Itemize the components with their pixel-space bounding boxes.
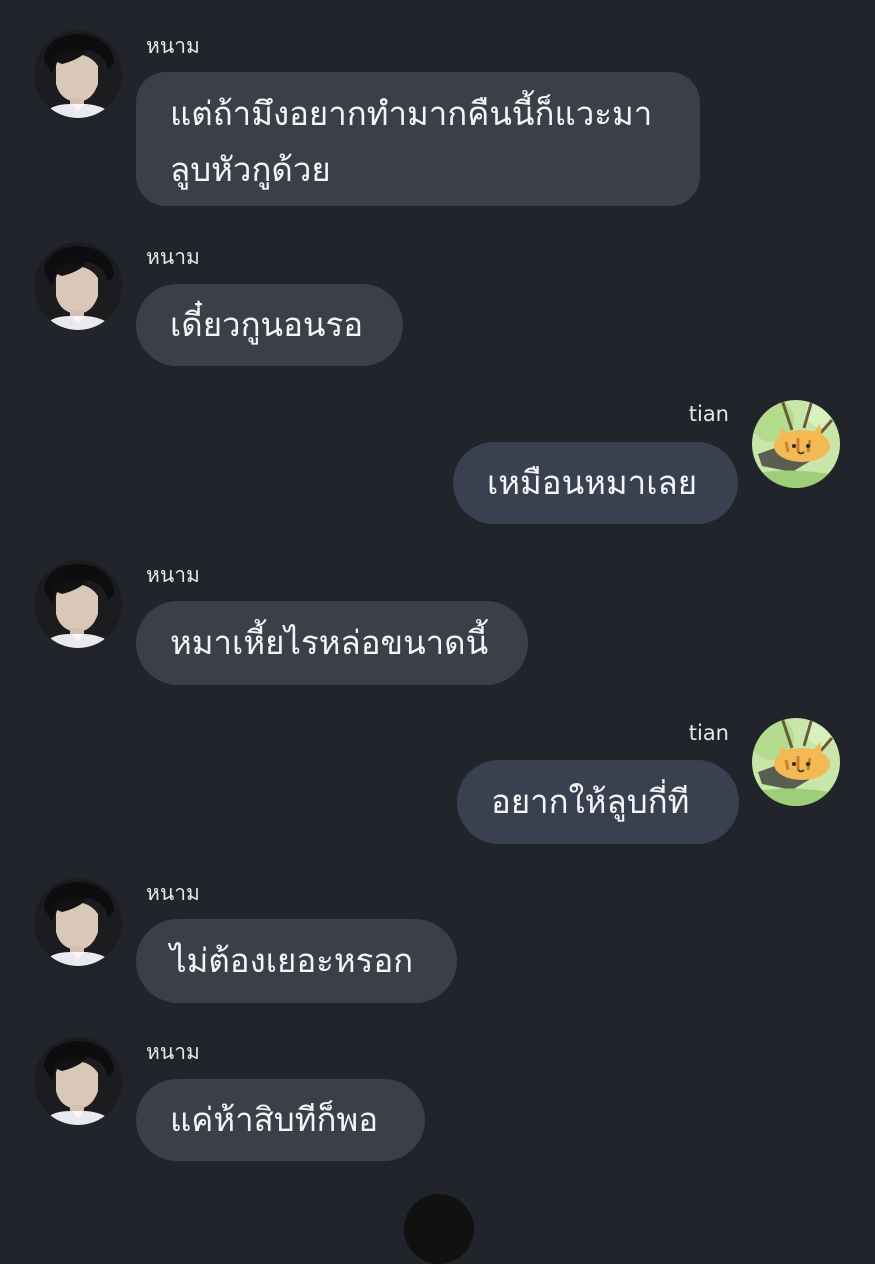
sender-name: หนาม	[146, 1040, 200, 1064]
avatar[interactable]	[752, 400, 840, 488]
message-bubble[interactable]: อยากให้ลูบกี่ที	[457, 760, 739, 844]
message-text: แต่ถ้ามึงอยากทำมากคืนนี้ก็แวะมา ลูบหัวกู…	[170, 94, 653, 189]
avatar[interactable]	[34, 560, 122, 648]
message-bubble[interactable]: ไม่ต้องเยอะหรอก	[136, 919, 457, 1003]
avatar[interactable]	[34, 242, 122, 330]
sender-name: หนาม	[146, 563, 200, 587]
sender-name: tian	[688, 721, 729, 745]
avatar[interactable]	[34, 1037, 122, 1125]
avatar[interactable]	[34, 878, 122, 966]
cat-avatar-icon	[752, 718, 840, 806]
avatar-partial	[404, 1194, 474, 1264]
sender-name: หนาม	[146, 245, 200, 269]
message-text: ไม่ต้องเยอะหรอก	[170, 941, 414, 980]
sender-name: หนาม	[146, 34, 200, 58]
message-bubble[interactable]: เดี๋ยวกูนอนรอ	[136, 284, 403, 366]
avatar[interactable]	[752, 718, 840, 806]
message-text: หมาเหี้ยไรหล่อขนาดนี้	[170, 623, 489, 662]
message-text: อยากให้ลูบกี่ที	[491, 782, 690, 821]
profile-photo-icon	[34, 878, 122, 966]
avatar[interactable]	[34, 30, 122, 118]
profile-photo-icon	[34, 242, 122, 330]
cat-avatar-icon	[752, 400, 840, 488]
sender-name: tian	[688, 402, 729, 426]
profile-photo-icon	[34, 560, 122, 648]
profile-photo-icon	[34, 1037, 122, 1125]
message-text: แค่ห้าสิบทีก็พอ	[170, 1100, 379, 1139]
message-text: เหมือนหมาเลย	[487, 463, 698, 502]
profile-photo-icon	[34, 30, 122, 118]
message-bubble[interactable]: หมาเหี้ยไรหล่อขนาดนี้	[136, 601, 528, 685]
message-bubble[interactable]: เหมือนหมาเลย	[453, 442, 738, 524]
message-bubble[interactable]: แต่ถ้ามึงอยากทำมากคืนนี้ก็แวะมา ลูบหัวกู…	[136, 72, 700, 206]
sender-name: หนาม	[146, 881, 200, 905]
message-text: เดี๋ยวกูนอนรอ	[170, 305, 364, 344]
message-bubble[interactable]: แค่ห้าสิบทีก็พอ	[136, 1079, 425, 1161]
